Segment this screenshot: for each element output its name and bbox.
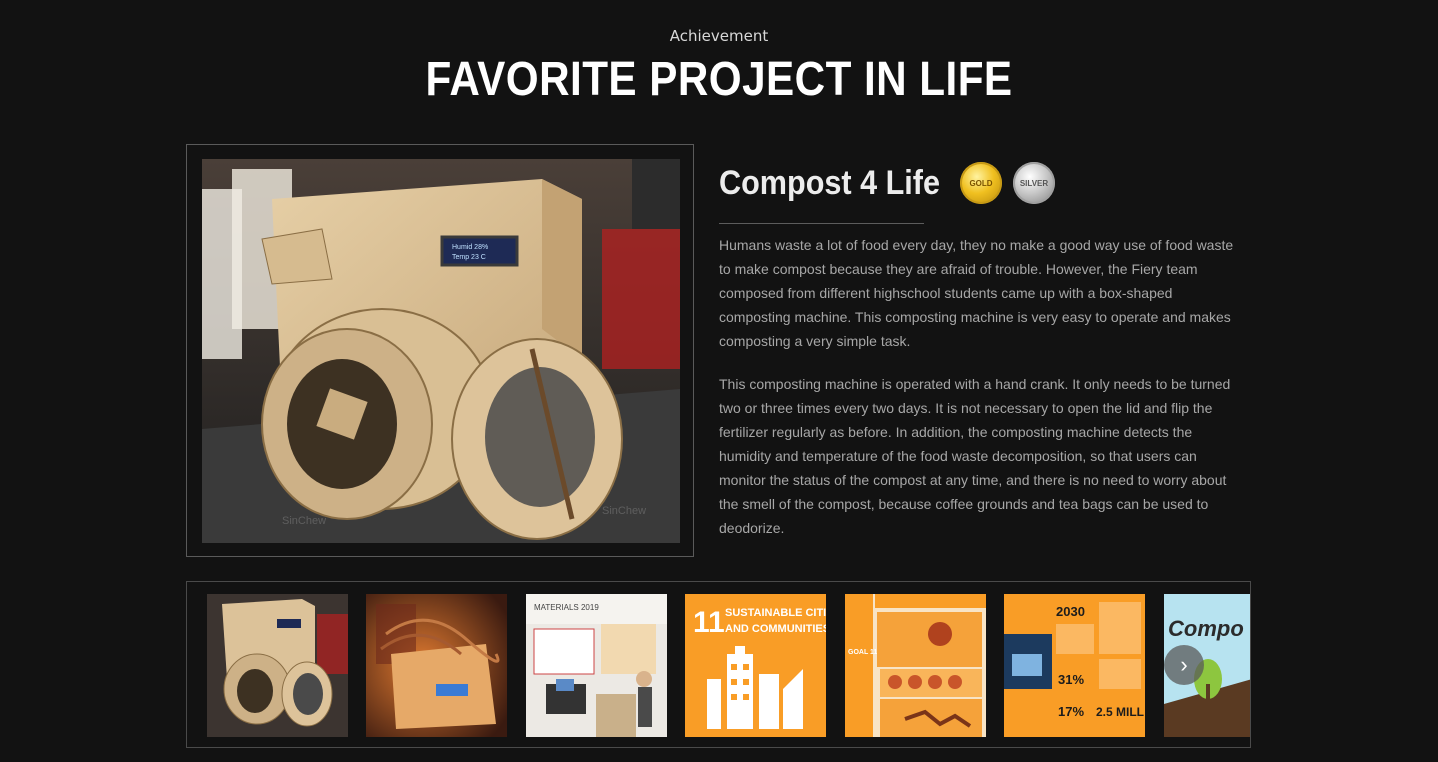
gallery-carousel: MATERIALS 2019 11 SUSTAINABLE CITIES AND… [186, 581, 1251, 748]
svg-text:GOAL 11: GOAL 11 [848, 649, 878, 656]
title-divider [719, 223, 924, 224]
carousel-next-button[interactable]: › [1164, 645, 1204, 685]
thumb-exhibition-booth[interactable]: MATERIALS 2019 [526, 594, 667, 737]
chevron-right-icon: › [1180, 652, 1188, 677]
thumb-compost-machine[interactable] [207, 594, 348, 737]
project-description-1: Humans waste a lot of food every day, th… [719, 237, 1234, 349]
svg-text:SinChew: SinChew [602, 505, 646, 517]
thumb-infographic-2[interactable]: 2030 31% 17% 2.5 MILL [1004, 594, 1145, 737]
svg-text:MATERIALS 2019: MATERIALS 2019 [534, 603, 599, 612]
thumb-sdg-11[interactable]: 11 SUSTAINABLE CITIES AND COMMUNITIES [685, 594, 826, 737]
lcd-line-1: Humid 28% [452, 244, 488, 251]
featured-image[interactable]: Humid 28% Temp 23 C SinChew SinChew [202, 159, 680, 543]
lcd-line-2: Temp 23 C [452, 254, 486, 261]
svg-text:11: 11 [693, 606, 725, 639]
svg-text:2.5 MILL: 2.5 MILL [1096, 705, 1144, 719]
svg-text:17%: 17% [1058, 704, 1084, 719]
project-title: Compost 4 Life [719, 164, 941, 202]
svg-text:31%: 31% [1058, 672, 1084, 687]
gold-medal-icon: GOLD [960, 162, 1002, 204]
svg-text:2030: 2030 [1056, 604, 1085, 619]
svg-text:SUSTAINABLE CITIES: SUSTAINABLE CITIES [725, 607, 826, 619]
silver-medal-icon: SILVER [1013, 162, 1055, 204]
eyebrow-label: Achievement [669, 27, 769, 45]
svg-text:Compo: Compo [1168, 616, 1244, 641]
svg-text:AND COMMUNITIES: AND COMMUNITIES [725, 623, 826, 635]
page-title: FAVORITE PROJECT IN LIFE [425, 53, 1013, 106]
project-description-2: This composting machine is operated with… [719, 376, 1231, 536]
thumb-infographic-1[interactable]: GOAL 11 [845, 594, 986, 737]
featured-image-frame: Humid 28% Temp 23 C SinChew SinChew [186, 144, 694, 557]
svg-text:SinChew: SinChew [282, 515, 326, 527]
thumb-machine-prototype[interactable] [366, 594, 507, 737]
